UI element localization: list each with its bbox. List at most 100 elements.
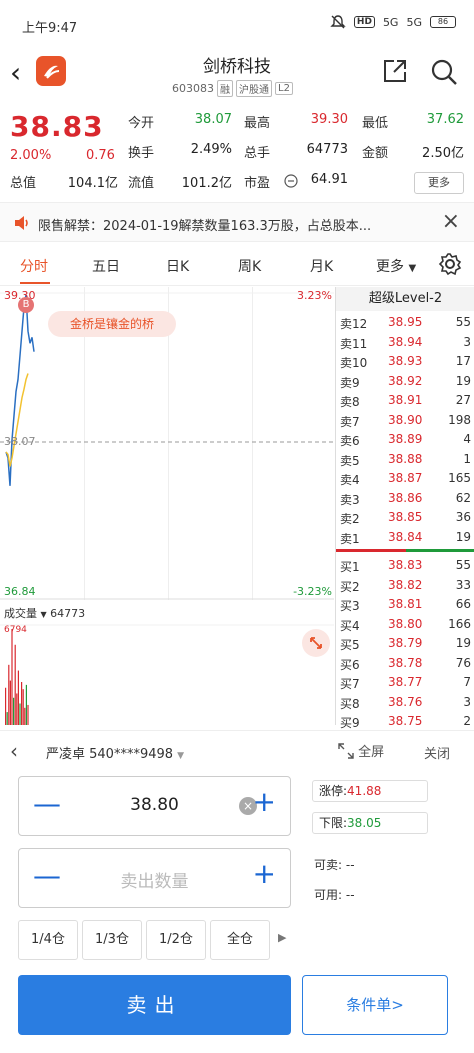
turnover-label: 换手 [128, 146, 155, 161]
total-volume-label: 总手 [244, 146, 271, 161]
notice-bar[interactable]: 限售解禁：2024-01-19解禁数量163.3万股，占总股本... × [0, 202, 474, 242]
hk-connect-tag: 沪股通 [236, 80, 272, 97]
bid-level: 买6 [340, 657, 360, 672]
limit-up-box: 涨停:41.88 [312, 780, 428, 802]
ask-row[interactable]: 卖5 38.88 1 [336, 452, 474, 471]
volume-label: 成交量 [4, 607, 37, 620]
quantity-increase-button[interactable]: + [253, 857, 276, 890]
ask-row[interactable]: 卖7 38.90 198 [336, 413, 474, 432]
bid-volume: 2 [463, 714, 471, 728]
ask-volume: 55 [455, 315, 471, 329]
gear-icon[interactable] [438, 252, 462, 276]
third-position-button[interactable]: 1/3仓 [82, 920, 142, 960]
tab-daily-k[interactable]: 日K [166, 256, 189, 276]
tab-intraday[interactable]: 分时 [20, 256, 48, 276]
ask-row[interactable]: 卖1 38.84 19 [336, 530, 474, 549]
pe-info-icon[interactable] [284, 174, 298, 188]
signal-icon-1: 5G [382, 15, 399, 29]
chart-tabs: 分时 五日 日K 周K 月K 更多 ▼ [0, 244, 474, 286]
collapse-trade-icon[interactable]: ‹ [10, 739, 18, 763]
ask-row[interactable]: 卖2 38.85 36 [336, 510, 474, 529]
ask-row[interactable]: 卖12 38.95 55 [336, 315, 474, 334]
bid-row[interactable]: 买4 38.80 166 [336, 617, 474, 636]
fullscreen-label: 全屏 [358, 745, 385, 760]
ask-volume: 3 [463, 334, 471, 349]
quantity-input[interactable]: 卖出数量 [19, 867, 290, 892]
fullscreen-button[interactable]: 全屏 [338, 741, 384, 760]
intraday-chart[interactable]: 39.30 3.23% 38.07 36.84 -3.23% B 金桥是镶金的桥… [0, 287, 334, 725]
bid-level: 买1 [340, 560, 360, 574]
bid-row[interactable]: 买5 38.79 19 [336, 636, 474, 655]
stock-sub-info: 603083 融 沪股通 L2 [172, 80, 293, 97]
volume-scale: 6794 [4, 625, 27, 635]
bid-level: 买3 [340, 599, 360, 613]
open-value: 38.07 [194, 112, 232, 127]
ask-volume: 4 [463, 432, 471, 446]
level2-tag: L2 [275, 82, 293, 95]
chart-high-pct: 3.23% [297, 289, 332, 302]
half-position-button[interactable]: 1/2仓 [146, 920, 206, 960]
close-notice-icon[interactable]: × [442, 209, 460, 234]
amount-label: 金额 [362, 146, 389, 161]
ask-row[interactable]: 卖4 38.87 165 [336, 471, 474, 490]
price-increase-button[interactable]: + [253, 785, 276, 818]
ask-row[interactable]: 卖6 38.89 4 [336, 432, 474, 451]
promo-pill[interactable]: 金桥是镶金的桥 [48, 311, 176, 337]
expand-chart-button[interactable] [302, 629, 330, 657]
pe-label: 市盈 [244, 176, 271, 191]
more-quote-button[interactable]: 更多 [414, 172, 464, 194]
price-stepper: — 38.80 × + [18, 776, 291, 836]
fullscreen-icon [338, 743, 354, 759]
quarter-position-button[interactable]: 1/4仓 [18, 920, 78, 960]
bid-volume: 33 [455, 577, 471, 592]
volume-bar [19, 703, 21, 725]
status-time: 上午9:47 [22, 21, 78, 36]
ask-level: 卖1 [340, 531, 360, 546]
ask-row[interactable]: 卖11 38.94 3 [336, 335, 474, 354]
bid-row[interactable]: 买7 38.77 7 [336, 675, 474, 694]
ask-price: 38.84 [388, 529, 423, 544]
ask-price: 38.88 [388, 451, 423, 466]
ask-volume: 1 [463, 451, 471, 466]
limit-up-value[interactable]: 41.88 [347, 784, 381, 798]
ask-level: 卖3 [340, 492, 360, 507]
ask-level: 卖8 [340, 395, 360, 409]
search-icon[interactable] [430, 58, 458, 86]
limit-down-value[interactable]: 38.05 [347, 816, 381, 830]
close-trade-button[interactable]: 关闭 [424, 743, 450, 762]
change-percent: 2.00% [10, 148, 52, 163]
ask-row[interactable]: 卖3 38.86 62 [336, 491, 474, 510]
bid-level: 买9 [340, 716, 360, 730]
ask-level: 卖5 [340, 453, 360, 468]
bid-row[interactable]: 买8 38.76 3 [336, 695, 474, 714]
expand-icon [310, 637, 322, 649]
bid-volume: 76 [455, 655, 471, 670]
bid-row[interactable]: 买1 38.83 55 [336, 558, 474, 577]
ask-row[interactable]: 卖9 38.92 19 [336, 374, 474, 393]
ask-row[interactable]: 卖8 38.91 27 [336, 393, 474, 412]
conditional-order-button[interactable]: 条件单> [302, 975, 448, 1035]
share-icon[interactable] [382, 58, 408, 84]
order-book[interactable]: 超级Level-2 卖12 38.95 55 卖11 38.94 3 卖10 38.93 17 卖… [335, 287, 474, 730]
current-price: 38.83 [10, 110, 104, 143]
ask-volume: 198 [448, 412, 471, 427]
volume-bar [5, 687, 7, 725]
bid-volume: 66 [455, 597, 471, 611]
account-selector[interactable]: 严凌卓 540****9498 ▼ [46, 743, 184, 762]
bid-row[interactable]: 买3 38.81 66 [336, 597, 474, 616]
bid-price: 38.77 [388, 675, 423, 689]
tab-five-day[interactable]: 五日 [92, 256, 120, 276]
tab-monthly-k[interactable]: 月K [310, 256, 333, 276]
buy-marker[interactable]: B [18, 297, 34, 313]
tab-weekly-k[interactable]: 周K [238, 256, 261, 276]
chart-low-pct: -3.23% [293, 585, 332, 598]
scroll-right-icon[interactable]: ▶ [278, 931, 286, 944]
bid-row[interactable]: 买2 38.82 33 [336, 578, 474, 597]
ask-level: 卖10 [340, 356, 368, 370]
full-position-button[interactable]: 全仓 [210, 920, 270, 960]
ask-price: 38.89 [388, 432, 423, 446]
ask-row[interactable]: 卖10 38.93 17 [336, 354, 474, 373]
tab-more[interactable]: 更多 ▼ [376, 256, 416, 276]
sell-button[interactable]: 卖出 [18, 975, 291, 1035]
bid-row[interactable]: 买6 38.78 76 [336, 656, 474, 675]
